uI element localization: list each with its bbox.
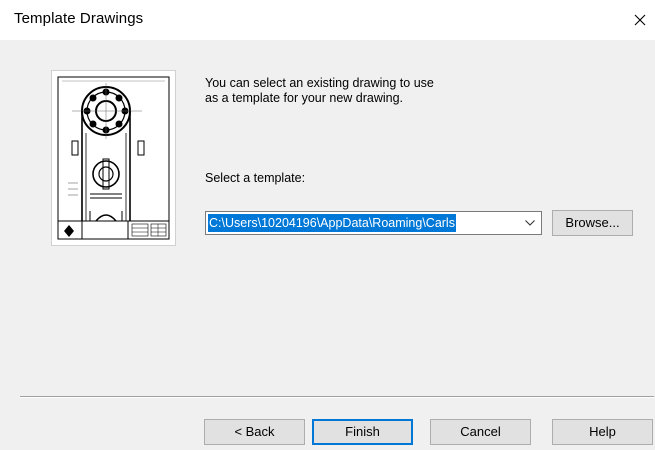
browse-button[interactable]: Browse...: [552, 210, 633, 236]
select-template-label: Select a template:: [205, 171, 306, 185]
chevron-down-icon: [525, 220, 535, 226]
template-description: You can select an existing drawing to us…: [205, 76, 535, 106]
close-icon: [634, 14, 646, 26]
close-button[interactable]: [625, 0, 655, 40]
back-button[interactable]: < Back: [204, 419, 305, 445]
description-line-1: You can select an existing drawing to us…: [205, 76, 434, 90]
window-title: Template Drawings: [14, 10, 144, 27]
footer-separator: [20, 396, 654, 398]
description-line-2: as a template for your new drawing.: [205, 91, 404, 105]
dropdown-button[interactable]: [521, 214, 539, 232]
drawing-preview-image: [57, 76, 170, 240]
template-path-combobox[interactable]: C:\Users\10204196\AppData\Roaming\Carls: [205, 211, 542, 235]
template-preview-thumbnail: [51, 70, 176, 246]
help-button[interactable]: Help: [552, 419, 653, 445]
cancel-button[interactable]: Cancel: [430, 419, 531, 445]
title-bar: Template Drawings: [0, 0, 655, 40]
finish-button[interactable]: Finish: [312, 419, 413, 445]
template-path-value[interactable]: C:\Users\10204196\AppData\Roaming\Carls: [208, 214, 456, 232]
